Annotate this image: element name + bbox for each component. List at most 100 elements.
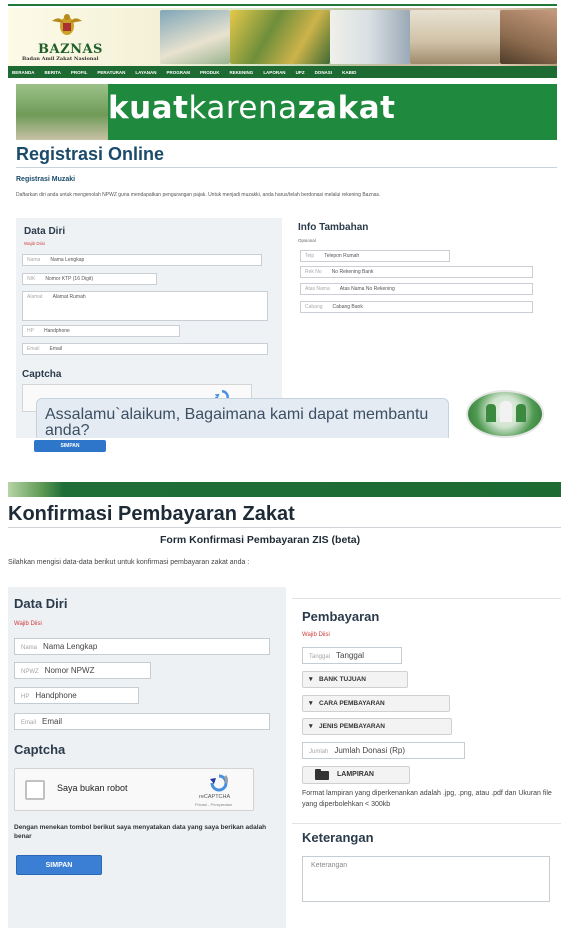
pembayaran-top-divider [292,598,561,599]
nav-item-upz[interactable]: UPZ [296,70,305,75]
not-robot-checkbox[interactable] [25,780,45,800]
chat-welcome-bubble[interactable]: Assalamu`alaikum, Bagaimana kami dapat m… [36,398,449,438]
nav-item-program[interactable]: PROGRAM [167,70,191,75]
header-green-strip [8,482,561,497]
hp-input[interactable]: HP Handphone [14,687,139,704]
email-field-placeholder: Email [49,346,63,352]
email-input[interactable]: Email Email [14,713,270,730]
agreement-statement: Dengan menekan tombol berikut saya menya… [14,824,267,840]
captcha-title: Captcha [22,369,62,380]
email-field[interactable]: Email Email [22,343,268,355]
jumlah-input[interactable]: Jumlah Jumlah Donasi (Rp) [302,742,465,759]
page-title: Registrasi Online [16,144,165,164]
nav-item-laporan[interactable]: LAPORAN [263,70,285,75]
registration-screenshot: BAZNAS Badan Amil Zakat Nasional BERANDA… [8,0,557,438]
chevron-down-icon: ▾ [309,723,313,730]
jenis-pembayaran-dropdown[interactable]: ▾ JENIS PEMBAYARAN [302,718,452,735]
main-nav: BERANDA BERITA PROFIL PERATURAN LAYANAN … [8,66,557,78]
site-header: BAZNAS Badan Amil Zakat Nasional [8,8,557,66]
telepon-field[interactable]: Telp Telepon Rumah [300,250,450,262]
tanggal-input[interactable]: Tanggal Tanggal [302,647,402,664]
keterangan-placeholder: Keterangan [311,862,348,869]
required-note-pembayaran: Wajib Diisi [302,632,330,638]
title-divider [16,167,557,168]
header-photo-aid [160,10,230,64]
jumlah-input-placeholder: Jumlah Donasi (Rp) [334,746,406,755]
garuda-emblem-icon [52,14,82,35]
atas-nama-field-label: Atas Nama [305,286,330,292]
simpan-button-registration[interactable]: SIMPAN [34,440,106,452]
cara-pembayaran-dropdown[interactable]: ▾ CARA PEMBAYARAN [302,695,450,712]
nav-item-kabid[interactable]: KABID [342,70,356,75]
bank-tujuan-dropdown[interactable]: ▾ BANK TUJUAN [302,671,408,688]
header-photo-students [330,10,410,64]
header-photo-crowd [230,10,330,64]
nama-field-label: Nama [27,257,41,263]
avatar-figure-right [516,404,526,422]
nama-input[interactable]: Nama Nama Lengkap [14,638,270,655]
nav-item-rekening[interactable]: REKENING [230,70,254,75]
rekening-field[interactable]: Rek No No Rekening Bank [300,266,533,278]
jumlah-input-label: Jumlah [309,749,329,755]
recaptcha-logo-icon [210,774,228,792]
npwz-input[interactable]: NPWZ Nomor NPWZ [14,662,151,679]
nav-item-produk[interactable]: PRODUK [200,70,220,75]
email-field-label: Email [27,346,40,352]
keterangan-title: Keterangan [302,830,374,845]
banner-slogan: kuatkarenazakat [108,90,395,126]
chevron-down-icon: ▾ [309,700,313,707]
hp-field[interactable]: HP Handphone [22,325,180,337]
data-diri-title: Data Diri [24,226,66,237]
nik-field-placeholder: Nomor KTP (16 Digit) [45,276,94,282]
nik-field-label: NIK [27,276,36,282]
nav-item-profil[interactable]: PROFIL [71,70,88,75]
avatar-figure-left [486,404,496,422]
confirmation-page-title: Konfirmasi Pembayaran Zakat [8,503,295,525]
alamat-field-placeholder: Alamat Rumah [52,294,86,300]
nav-item-donasi[interactable]: DONASI [315,70,333,75]
nav-item-berita[interactable]: BERITA [45,70,61,75]
lampiran-label: LAMPIRAN [337,771,374,778]
rekening-field-placeholder: No Rekening Bank [331,269,374,275]
hp-field-label: HP [27,328,34,334]
hero-banner: kuatkarenazakat [16,84,557,140]
info-tambahan-title: Info Tambahan [298,222,369,233]
hp-input-label: HP [21,694,30,700]
logo-subtitle: Badan Amil Zakat Nasional [22,56,99,62]
keterangan-divider [292,823,561,824]
section-subtitle: Registrasi Muzaki [16,176,76,183]
cara-pembayaran-label: CARA PEMBAYARAN [319,700,385,707]
optional-note: Opsional [298,238,316,243]
nav-item-beranda[interactable]: BERANDA [12,70,35,75]
nik-field[interactable]: NIK Nomor KTP (16 Digit) [22,273,157,285]
nav-item-layanan[interactable]: LAYANAN [135,70,156,75]
required-note: Wajib Diisi [24,241,45,246]
nama-input-placeholder: Nama Lengkap [43,642,98,651]
cabang-field-placeholder: Cabang Bank [332,304,363,310]
header-photo-people [500,10,557,64]
recaptcha-terms-link[interactable]: Privasi - Persyaratan [195,802,232,807]
cabang-field-label: Cabang [305,304,323,310]
keterangan-textarea[interactable]: Keterangan [302,856,550,902]
confirmation-title-divider [8,527,561,528]
section-description: Daftarkan diri anda untuk mengenolah NPW… [16,192,381,198]
nama-field[interactable]: Nama Nama Lengkap [22,254,262,266]
alamat-field[interactable]: Alamat Alamat Rumah [22,291,268,321]
telepon-field-placeholder: Telepon Rumah [324,253,360,259]
rekening-field-label: Rek No [305,269,322,275]
recaptcha-brand: reCAPTCHA [199,794,231,800]
simpan-button[interactable]: SIMPAN [16,855,102,875]
cabang-field[interactable]: Cabang Cabang Bank [300,301,533,313]
form-description: Silahkan mengisi data-data berikut untuk… [8,559,250,566]
nav-item-peraturan[interactable]: PERATURAN [97,70,125,75]
lampiran-button[interactable]: LAMPIRAN [302,766,410,784]
email-input-label: Email [21,720,37,726]
atas-nama-field[interactable]: Atas Nama Atas Nama No Rekening [300,283,533,295]
banner-photo-runner [16,84,108,140]
logo-text: BAZNAS [38,42,103,57]
captcha-title-confirmation: Captcha [14,742,66,757]
not-robot-label: Saya bukan robot [57,783,128,793]
slogan-part-karena: karena [188,90,298,126]
form-title: Form Konfirmasi Pembayaran ZIS (beta) [160,534,361,546]
chat-agent-avatar[interactable] [466,390,544,438]
